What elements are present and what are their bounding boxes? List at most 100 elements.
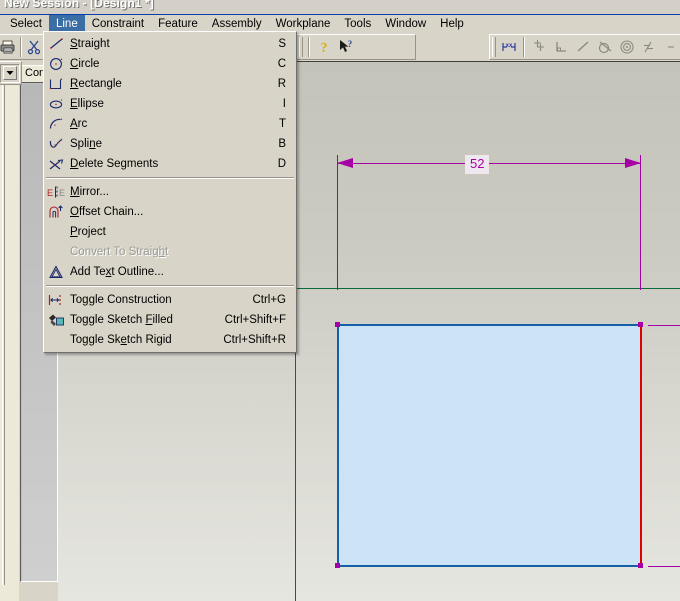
dimension-xx-icon: xx — [502, 43, 516, 51]
tangent-button[interactable] — [594, 36, 616, 58]
toolbar-grip[interactable] — [299, 37, 303, 57]
style-combo[interactable] — [0, 63, 20, 83]
no-icon — [44, 222, 70, 242]
no-icon — [44, 242, 70, 262]
toolbar-separator — [308, 37, 310, 57]
menu-item-accelerator: I — [282, 98, 286, 110]
more-constraints-button[interactable] — [660, 36, 680, 58]
menu-item-label: Straight — [70, 38, 110, 50]
dimension-extension-line-right — [640, 155, 641, 290]
sketch-vertex-top-right[interactable] — [638, 322, 643, 327]
svg-text:E: E — [59, 188, 65, 198]
collinear-button[interactable] — [572, 36, 594, 58]
menu-item-circle[interactable]: Circle C — [44, 54, 296, 74]
menu-item-convert-to-straight: Convert To Straight — [44, 242, 296, 262]
sketch-vertex-bottom-left[interactable] — [335, 563, 340, 568]
circle-icon — [44, 54, 70, 74]
print-button[interactable] — [0, 36, 17, 58]
help-topics-button[interactable]: ? — [313, 36, 335, 58]
dimension-button[interactable]: xx — [498, 36, 520, 58]
menu-item-spline[interactable]: Spline B — [44, 134, 296, 154]
menu-item-label: Spline — [70, 138, 102, 150]
menu-window[interactable]: Window — [378, 15, 433, 33]
sketch-edge-top[interactable] — [337, 324, 642, 326]
menu-item-accelerator: S — [278, 38, 286, 50]
help-pointer-icon: ? — [340, 39, 353, 52]
sketch-edge-left[interactable] — [337, 324, 339, 567]
dimension-value-label[interactable]: 52 — [465, 155, 490, 174]
menu-item-accelerator: R — [277, 78, 286, 90]
menu-item-mirror[interactable]: E E Mirror... — [44, 182, 296, 202]
cut-button[interactable] — [25, 36, 43, 58]
context-help-button[interactable]: ? — [335, 36, 357, 58]
menu-item-accelerator: C — [277, 58, 286, 70]
help-question-icon: ? — [321, 41, 328, 55]
ellipse-icon — [44, 94, 70, 114]
menu-item-accelerator: Ctrl+Shift+F — [224, 314, 286, 326]
menu-tools[interactable]: Tools — [337, 15, 378, 33]
title-bar[interactable]: New Session - [Design1 *] — [0, 0, 680, 15]
sketch-edge-right-selected[interactable] — [640, 324, 642, 567]
chevron-down-icon — [3, 66, 17, 80]
menu-item-ellipse[interactable]: Ellipse I — [44, 94, 296, 114]
toolbar-grip[interactable] — [492, 37, 496, 57]
coincident-icon — [534, 40, 544, 51]
concentric-button[interactable] — [616, 36, 638, 58]
menu-item-accelerator: Ctrl+Shift+R — [223, 334, 286, 346]
menu-item-label: Convert To Straight — [70, 246, 169, 258]
equal-icon — [644, 41, 653, 53]
collinear-icon — [577, 41, 589, 52]
equal-button[interactable] — [638, 36, 660, 58]
sketch-face-fill[interactable] — [337, 325, 641, 566]
menu-item-label: Ellipse — [70, 98, 104, 110]
no-icon — [44, 330, 70, 350]
menu-item-delete-segments[interactable]: Delete Segments D — [44, 154, 296, 174]
toolbar-separator — [523, 37, 525, 57]
menu-item-label: Add Text Outline... — [70, 266, 164, 278]
dock-gripper-rail — [0, 61, 20, 601]
sketch-vertex-top-left[interactable] — [335, 322, 340, 327]
menu-item-accelerator: Ctrl+G — [252, 294, 286, 306]
menu-item-offset-chain[interactable]: Offset Chain... — [44, 202, 296, 222]
menu-item-label: Rectangle — [70, 78, 122, 90]
style-combo-toolbar — [0, 61, 22, 85]
dock-grip[interactable] — [2, 65, 5, 585]
standard-toolbar — [0, 34, 44, 60]
menu-item-rectangle[interactable]: Rectangle R — [44, 74, 296, 94]
menu-item-toggle-sketch-filled[interactable]: Toggle Sketch Filled Ctrl+Shift+F — [44, 310, 296, 330]
dimension-arrow-left — [337, 158, 353, 168]
menu-item-label: Offset Chain... — [70, 206, 144, 218]
rectangle-icon — [44, 74, 70, 94]
svg-text:?: ? — [348, 39, 353, 49]
svg-text:?: ? — [321, 41, 328, 55]
menu-item-label: Toggle Construction — [70, 294, 172, 306]
menu-item-label: Arc — [70, 118, 88, 130]
chevron-more-icon — [668, 46, 674, 48]
menu-item-add-text-outline[interactable]: Add Text Outline... — [44, 262, 296, 282]
menu-item-toggle-construction[interactable]: Toggle Construction Ctrl+G — [44, 290, 296, 310]
menu-item-toggle-sketch-rigid[interactable]: Toggle Sketch Rigid Ctrl+Shift+R — [44, 330, 296, 350]
menu-item-straight[interactable]: Straight S — [44, 34, 296, 54]
selected-edge-extension-top — [648, 325, 680, 326]
menu-item-label: Toggle Sketch Rigid — [70, 334, 172, 346]
arc-icon — [44, 114, 70, 134]
menu-item-arc[interactable]: Arc T — [44, 114, 296, 134]
menu-separator — [46, 285, 294, 287]
coincident-button[interactable] — [528, 36, 550, 58]
sketch-edge-bottom[interactable] — [337, 565, 642, 567]
menu-item-accelerator: D — [277, 158, 286, 170]
tangent-icon — [598, 41, 612, 54]
concentric-icon — [620, 40, 634, 54]
line-straight-icon — [44, 34, 70, 54]
menu-item-project[interactable]: Project — [44, 222, 296, 242]
print-icon — [0, 40, 15, 54]
menu-item-accelerator: B — [278, 138, 286, 150]
dimension-extension-line-left — [337, 155, 338, 290]
application-window: New Session - [Design1 *] Select Line Co… — [0, 0, 680, 601]
constraints-toolbar: xx — [489, 34, 680, 60]
sketch-vertex-bottom-right[interactable] — [638, 563, 643, 568]
menu-item-label: Circle — [70, 58, 100, 70]
menu-separator — [46, 177, 294, 179]
perpendicular-button[interactable] — [550, 36, 572, 58]
menu-help[interactable]: Help — [433, 15, 471, 33]
